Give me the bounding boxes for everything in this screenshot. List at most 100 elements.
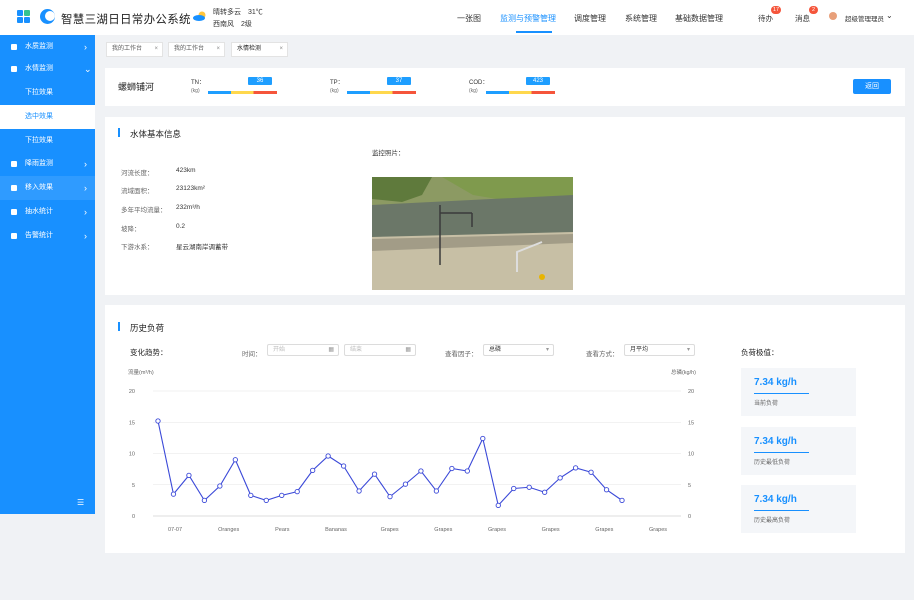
river-length-label: 河流长度： (121, 170, 154, 177)
kpi-value: 7.34 kg/h (754, 436, 797, 447)
sidebar-item-water-regime[interactable]: 水情监测 ⌄ (0, 57, 95, 81)
data-point (449, 465, 455, 472)
x-tick-label: Grapes (434, 527, 452, 533)
nav-basic-data[interactable]: 基础数据管理 (675, 13, 723, 24)
kpi-underline (754, 393, 809, 394)
back-button[interactable]: 返回 (853, 79, 891, 94)
tp-unit: (kg) (330, 88, 339, 94)
nav-dispatch[interactable]: 调度管理 (574, 13, 606, 24)
y-tick-right: 20 (688, 389, 694, 395)
collapse-menu-icon[interactable]: ☰ (77, 498, 84, 507)
mode-select[interactable]: 月平均 ▾ (624, 344, 695, 356)
sidebar-item-hover-effect[interactable]: 移入效果 › (0, 176, 95, 200)
tp-level-bar (347, 91, 416, 94)
message-badge: 2 (809, 6, 818, 14)
x-tick-label: Grapes (595, 527, 613, 533)
data-point (433, 488, 440, 494)
nav-active-underline (516, 31, 552, 33)
sidebar-item-rainfall[interactable]: 降雨监测 › (0, 152, 95, 176)
y-tick-left: 10 (129, 452, 135, 458)
factor-select[interactable]: 总磷 ▾ (483, 344, 554, 356)
x-tick-label: Bananas (325, 527, 347, 533)
close-icon[interactable]: × (154, 43, 158, 56)
data-point (325, 453, 331, 459)
downstream-value: 星云湖南岸调蓄带 (176, 244, 228, 251)
data-point (526, 484, 532, 490)
sidebar-item-label: 降雨监测 (25, 160, 53, 167)
kpi-label: 历史最高负荷 (754, 518, 791, 524)
data-point (279, 492, 285, 499)
sidebar-item-label: 抽水统计 (25, 208, 53, 215)
avg-flow-label: 多年平均流量： (121, 207, 167, 214)
tab-label: 水情检测 (237, 46, 262, 52)
basin-area-value: 23123km² (176, 185, 205, 192)
nav-monitoring[interactable]: 监测与预警管理 (500, 13, 556, 24)
mode-label: 查看方式： (586, 351, 619, 358)
app-title: 智慧三湖日日常办公系统 (61, 14, 191, 26)
chevron-right-icon: › (84, 207, 87, 217)
data-point (294, 488, 300, 495)
data-point (418, 468, 424, 474)
nav-system[interactable]: 系统管理 (625, 13, 657, 24)
x-tick-label: Grapes (542, 527, 560, 533)
basic-info-card: 水体基本信息 河流长度： 423km 流域面积： 23123km² 多年平均流量… (105, 117, 905, 295)
tn-value: 36 (248, 77, 272, 85)
close-icon[interactable]: × (216, 43, 220, 56)
message-button[interactable]: 消息 (795, 13, 810, 24)
top-header: 智慧三湖日日常办公系统 晴转多云 31℃ 西南风 2级 一张图 监测与预警管理 … (0, 0, 914, 35)
tp-value: 37 (387, 77, 411, 85)
river-name: 螺蛳铺河 (118, 82, 155, 92)
sidebar-subitem-selected[interactable]: 选中效果 (0, 105, 95, 129)
y-tick-left: 0 (132, 514, 135, 520)
logo-icon (40, 9, 55, 24)
chevron-right-icon: › (84, 42, 87, 52)
chevron-right-icon: › (84, 231, 87, 241)
gradient-label: 坡降： (121, 226, 141, 233)
tab-workbench-1[interactable]: 我的工作台 × (106, 42, 163, 57)
chevron-down-icon[interactable]: ⌄ (886, 11, 893, 20)
monitoring-photo[interactable] (372, 177, 573, 290)
nav-map[interactable]: 一张图 (457, 13, 481, 24)
user-menu[interactable]: 超级管理理员 (845, 13, 884, 23)
time-label: 时间： (242, 351, 262, 358)
kpi-underline (754, 510, 809, 511)
tab-label: 我的工作台 (174, 46, 205, 52)
data-point (186, 472, 192, 479)
sidebar-item-alarm-stats[interactable]: 告警统计 › (0, 224, 95, 248)
tab-water-detection[interactable]: 水情检测 × (231, 42, 288, 57)
avatar[interactable] (829, 12, 837, 20)
x-tick-label: Grapes (488, 527, 506, 533)
kpi-value: 7.34 kg/h (754, 377, 797, 388)
x-tick-label: Pears (275, 527, 290, 533)
sidebar-item-pumping-stats[interactable]: 抽水统计 › (0, 200, 95, 224)
data-point (201, 497, 208, 504)
history-title: 历史负荷 (130, 323, 165, 333)
x-tick-label: 07-07 (168, 527, 182, 533)
sidebar-subitem-dropdown[interactable]: 下拉效果 (0, 129, 95, 153)
avg-flow-value: 232m³/h (176, 204, 200, 211)
downstream-label: 下游水系： (121, 244, 154, 251)
sidebar-subitem-dropdown[interactable]: 下拉效果 (0, 81, 95, 105)
factor-label: 查看因子： (445, 351, 478, 358)
tab-workbench-2[interactable]: 我的工作台 × (168, 42, 225, 57)
close-icon[interactable]: × (279, 43, 283, 56)
todo-button[interactable]: 待办 (758, 13, 773, 24)
sidebar-item-water-quality[interactable]: 水质监测 › (0, 35, 95, 59)
start-date-input[interactable]: 开始 ▦ (267, 344, 339, 356)
y-axis-right-label: 总磷(kg/h) (671, 368, 696, 376)
end-date-input[interactable]: 结束 ▦ (344, 344, 416, 356)
weather-cloud-icon (193, 11, 206, 21)
y-tick-right: 0 (688, 514, 691, 520)
start-date-placeholder: 开始 (273, 347, 286, 353)
river-length-value: 423km (176, 167, 196, 174)
y-tick-right: 15 (688, 420, 694, 426)
water-quality-icon (11, 44, 17, 50)
basic-info-title: 水体基本信息 (130, 129, 182, 139)
data-point (387, 493, 393, 500)
caret-down-icon: ▾ (545, 347, 549, 353)
kpi-underline (754, 452, 809, 453)
hover-effect-icon (11, 185, 17, 191)
tab-label: 我的工作台 (112, 46, 143, 52)
data-point (572, 465, 579, 471)
app-grid-icon[interactable] (17, 10, 30, 23)
